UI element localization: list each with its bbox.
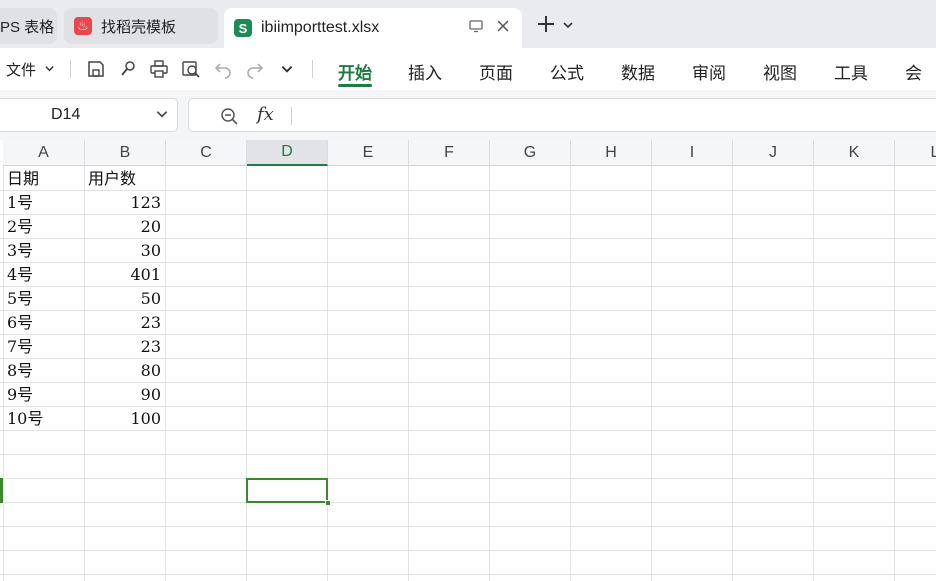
grid-line xyxy=(0,454,936,455)
cell-b5[interactable]: 401 xyxy=(85,263,165,287)
column-header-j[interactable]: J xyxy=(733,140,814,166)
tab-active-document[interactable]: S ibiimporttest.xlsx xyxy=(224,8,522,48)
file-menu-button[interactable]: 文件 xyxy=(6,59,55,80)
cell-a1[interactable]: 日期 xyxy=(4,167,84,191)
cell-a6[interactable]: 5号 xyxy=(4,287,84,311)
ribbon-tab-insert[interactable]: 插入 xyxy=(408,59,442,84)
fx-icon[interactable]: fx xyxy=(257,104,274,125)
cell-a7[interactable]: 6号 xyxy=(4,311,84,335)
redo-icon[interactable] xyxy=(243,57,267,81)
grid-line xyxy=(651,166,652,581)
print-preview-icon[interactable] xyxy=(179,57,203,81)
daoke-icon: ♨ xyxy=(74,17,92,35)
cell-reference: D14 xyxy=(51,106,81,123)
cell-b10[interactable]: 90 xyxy=(85,383,165,407)
chevron-down-icon[interactable] xyxy=(155,107,169,126)
close-icon[interactable] xyxy=(496,19,510,37)
column-header-d[interactable]: D xyxy=(247,140,328,166)
grid-line xyxy=(813,166,814,581)
grid-line xyxy=(0,550,936,551)
new-tab-button[interactable] xyxy=(536,14,574,39)
cell-b3[interactable]: 20 xyxy=(85,215,165,239)
chevron-down-icon xyxy=(44,61,55,78)
cell-a2[interactable]: 1号 xyxy=(4,191,84,215)
fill-handle[interactable] xyxy=(325,500,331,506)
ribbon-tab-page[interactable]: 页面 xyxy=(479,59,513,84)
row-selection-marker xyxy=(0,478,3,503)
plus-icon xyxy=(536,14,556,39)
cell-a4[interactable]: 3号 xyxy=(4,239,84,263)
cell-a8[interactable]: 7号 xyxy=(4,335,84,359)
column-header-c[interactable]: C xyxy=(166,140,247,166)
grid-line xyxy=(732,166,733,581)
format-painter-icon[interactable] xyxy=(116,57,140,81)
column-header-k[interactable]: K xyxy=(814,140,895,166)
cell-b11[interactable]: 100 xyxy=(85,407,165,431)
tab-label: 找稻壳模板 xyxy=(101,18,177,36)
grid-line xyxy=(165,166,166,581)
formula-bar: D14 fx xyxy=(0,90,936,140)
print-icon[interactable] xyxy=(147,57,171,81)
grid-line xyxy=(0,574,936,575)
grid-line xyxy=(0,478,936,479)
cell-b6[interactable]: 50 xyxy=(85,287,165,311)
grid-line xyxy=(408,166,409,581)
tab-label: PS 表格 xyxy=(0,18,55,36)
formula-input[interactable]: fx xyxy=(188,98,936,132)
divider xyxy=(70,60,71,78)
cell-b2[interactable]: 123 xyxy=(85,191,165,215)
cell-b8[interactable]: 23 xyxy=(85,335,165,359)
tab-daoke-templates[interactable]: ♨ 找稻壳模板 xyxy=(64,8,218,44)
monitor-icon[interactable] xyxy=(468,18,484,38)
ribbon-tab-home[interactable]: 开始 xyxy=(338,59,372,84)
ribbon-tab-review[interactable]: 审阅 xyxy=(692,59,726,84)
divider xyxy=(312,60,313,78)
cell-a5[interactable]: 4号 xyxy=(4,263,84,287)
grid-line xyxy=(246,166,247,581)
column-header-i[interactable]: I xyxy=(652,140,733,166)
menu-bar: 文件 开始 插入 页面 公式 数据 审阅 视图 工具 会员 xyxy=(0,48,936,108)
column-header-h[interactable]: H xyxy=(571,140,652,166)
column-header-a[interactable]: A xyxy=(3,140,85,166)
grid-line xyxy=(327,166,328,581)
cell-a11[interactable]: 10号 xyxy=(4,407,84,431)
tab-strip: PS 表格 ♨ 找稻壳模板 S ibiimporttest.xlsx xyxy=(0,0,936,48)
chevron-down-icon[interactable] xyxy=(562,18,574,36)
cell-b4[interactable]: 30 xyxy=(85,239,165,263)
tab-wps-spreadsheet[interactable]: PS 表格 xyxy=(0,8,57,44)
column-header-e[interactable]: E xyxy=(328,140,409,166)
undo-icon[interactable] xyxy=(211,57,235,81)
more-tools-chevron-icon[interactable] xyxy=(275,57,299,81)
cell-a10[interactable]: 9号 xyxy=(4,383,84,407)
ribbon-tab-formulas[interactable]: 公式 xyxy=(550,59,584,84)
grid-line xyxy=(0,526,936,527)
cell-b9[interactable]: 80 xyxy=(85,359,165,383)
divider xyxy=(291,107,292,125)
grid-line xyxy=(489,166,490,581)
ribbon-tab-tools[interactable]: 工具 xyxy=(834,59,868,84)
spreadsheet-icon: S xyxy=(234,19,252,37)
grid-line xyxy=(894,166,895,581)
cell-b1[interactable]: 用户数 xyxy=(85,167,165,191)
tab-label: ibiimporttest.xlsx xyxy=(261,19,380,36)
column-header-b[interactable]: B xyxy=(85,140,166,166)
cell-a3[interactable]: 2号 xyxy=(4,215,84,239)
file-menu-label: 文件 xyxy=(6,62,37,79)
name-box[interactable]: D14 xyxy=(0,98,178,132)
ribbon-tab-view[interactable]: 视图 xyxy=(763,59,797,84)
zoom-out-icon[interactable] xyxy=(219,106,239,131)
column-header-f[interactable]: F xyxy=(409,140,490,166)
grid-line xyxy=(570,166,571,581)
column-header-g[interactable]: G xyxy=(490,140,571,166)
cell-a9[interactable]: 8号 xyxy=(4,359,84,383)
cell-b7[interactable]: 23 xyxy=(85,311,165,335)
save-icon[interactable] xyxy=(84,57,108,81)
ribbon-tab-data[interactable]: 数据 xyxy=(621,59,655,84)
active-tab-indicator xyxy=(338,84,372,87)
spreadsheet-grid[interactable]: A B C D E F G H I J K L 日期 用户数 1号 123 2号… xyxy=(0,140,936,581)
grid-line xyxy=(0,502,936,503)
column-header-l[interactable]: L xyxy=(895,140,936,166)
selected-cell-d14[interactable] xyxy=(246,478,328,503)
